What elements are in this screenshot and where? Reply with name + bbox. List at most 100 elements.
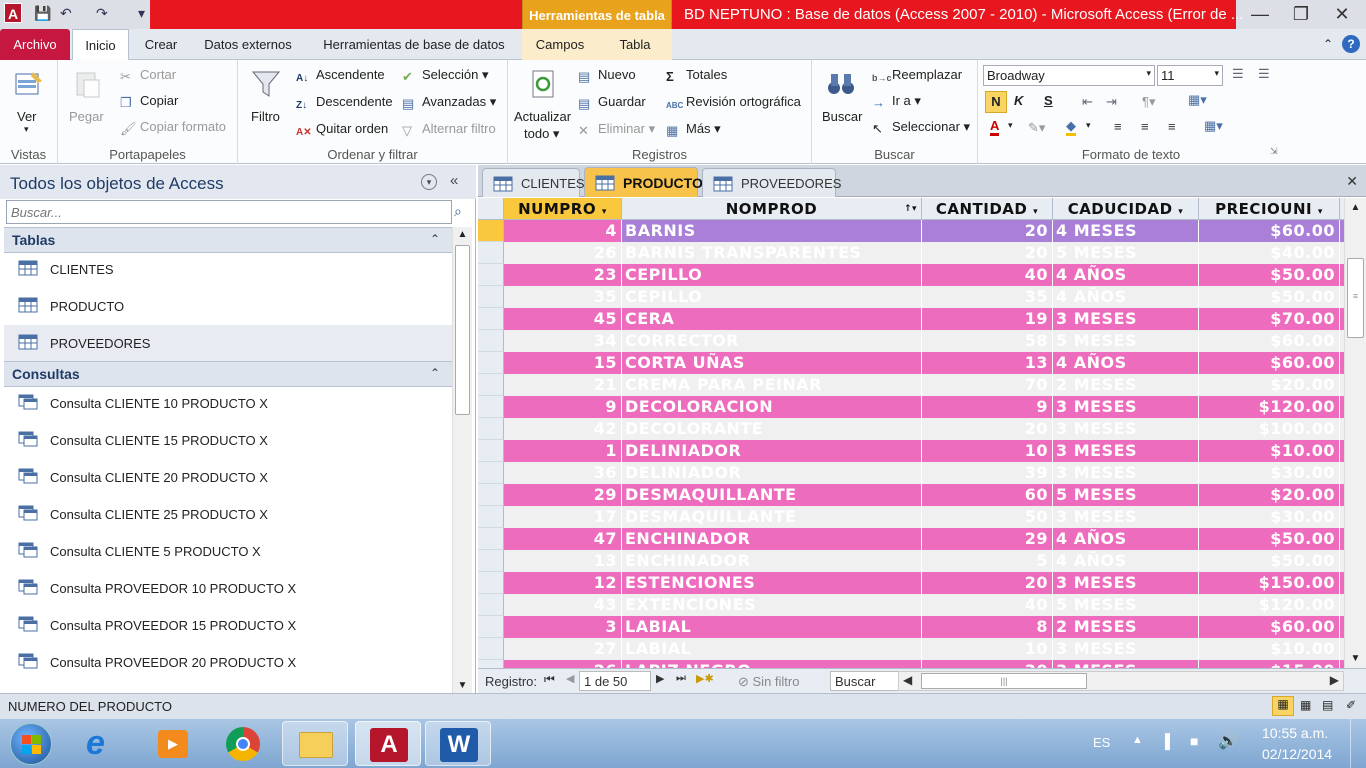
usb-device-icon[interactable]: ■ — [1190, 733, 1198, 749]
italic-button[interactable]: K — [1014, 93, 1023, 108]
font-color-icon[interactable]: A — [990, 119, 1000, 136]
cell-preciouni[interactable]: $50.00 — [1199, 286, 1340, 308]
table-row[interactable]: 4 BARNIS 20 4 MESES $60.00 — [478, 220, 1344, 242]
cell-preciouni[interactable]: $120.00 — [1199, 396, 1340, 418]
minimize-button[interactable]: — — [1242, 2, 1278, 26]
cell-cantidad[interactable]: 35 — [922, 286, 1053, 308]
buscar-button[interactable]: Buscar — [822, 109, 862, 124]
table-row[interactable]: 29 DESMAQUILLANTE 60 5 MESES $20.00 — [478, 484, 1344, 506]
table-row[interactable]: 34 CORRECTOR 58 5 MESES $60.00 — [478, 330, 1344, 352]
cell-nomprod[interactable]: DESMAQUILLANTE — [622, 506, 922, 528]
cell-preciouni[interactable]: $30.00 — [1199, 462, 1340, 484]
cell-caducidad[interactable]: 3 MESES — [1053, 572, 1199, 594]
cell-numpro[interactable]: 1 — [504, 440, 622, 462]
new-record-nav-icon[interactable]: ▶✱ — [696, 672, 714, 685]
table-row[interactable]: 36 DELINIADOR 39 3 MESES $30.00 — [478, 462, 1344, 484]
doc-tab-proveedores[interactable]: PROVEEDORES — [702, 168, 841, 197]
nav-menu-dropdown-icon[interactable]: ▾ — [421, 174, 437, 190]
cell-preciouni[interactable]: $50.00 — [1199, 550, 1340, 572]
cell-cantidad[interactable]: 40 — [922, 594, 1053, 616]
cell-nomprod[interactable]: DECOLORANTE — [622, 418, 922, 440]
tab-crear[interactable]: Crear — [134, 29, 188, 60]
table-row[interactable]: 45 CERA 19 3 MESES $70.00 — [478, 308, 1344, 330]
datasheet-view-icon[interactable]: ▦ — [1272, 696, 1294, 716]
table-row[interactable]: 23 CEPILLO 40 4 AÑOS $50.00 — [478, 264, 1344, 286]
nav-query-item[interactable]: Consulta CLIENTE 25 PRODUCTO X — [4, 496, 452, 533]
close-document-icon[interactable]: ✕ — [1346, 173, 1358, 190]
row-selector[interactable] — [478, 462, 504, 484]
nav-query-item[interactable]: Consulta CLIENTE 10 PRODUCTO X — [4, 385, 452, 422]
hscroll-thumb[interactable]: ||| — [921, 673, 1087, 689]
cell-cantidad[interactable]: 29 — [922, 528, 1053, 550]
nuevo-button[interactable]: ▤ Nuevo — [578, 67, 636, 84]
highlight-icon[interactable]: ✎▾ — [1028, 120, 1045, 136]
customize-qat-icon[interactable]: ▾ — [138, 5, 145, 22]
cell-preciouni[interactable]: $60.00 — [1199, 330, 1340, 352]
cell-cantidad[interactable]: 5 — [922, 550, 1053, 572]
row-selector[interactable] — [478, 374, 504, 396]
nav-query-item[interactable]: Consulta PROVEEDOR 10 PRODUCTO X — [4, 570, 452, 607]
nav-query-item[interactable]: Consulta CLIENTE 15 PRODUCTO X — [4, 422, 452, 459]
record-position-input[interactable]: 1 de 50 — [579, 671, 651, 691]
access-app-icon[interactable]: A — [4, 3, 22, 23]
indent-increase-icon[interactable]: ⇥ — [1106, 94, 1117, 110]
column-header-caducidad[interactable]: CADUCIDAD ▾ — [1053, 198, 1199, 220]
font-name-select[interactable]: Broadway ▾ — [983, 65, 1155, 86]
align-center-icon[interactable]: ≡ — [1141, 119, 1149, 134]
table-row[interactable]: 15 CORTA UÑAS 13 4 AÑOS $60.00 — [478, 352, 1344, 374]
copiar-button[interactable]: ❐ Copiar — [120, 93, 178, 110]
cell-cantidad[interactable]: 20 — [922, 242, 1053, 264]
cell-numpro[interactable]: 4 — [504, 220, 622, 242]
cell-numpro[interactable]: 36 — [504, 462, 622, 484]
cell-caducidad[interactable]: 3 MESES — [1053, 308, 1199, 330]
nav-query-item[interactable]: Consulta PROVEEDOR 20 PRODUCTO X — [4, 644, 452, 681]
cell-caducidad[interactable]: 4 AÑOS — [1053, 550, 1199, 572]
bullets-icon[interactable]: ☰ — [1232, 66, 1244, 82]
cell-nomprod[interactable]: ESTENCIONES — [622, 572, 922, 594]
cell-preciouni[interactable]: $100.00 — [1199, 418, 1340, 440]
guardar-button[interactable]: ▤ Guardar — [578, 94, 646, 111]
eliminar-button[interactable]: ✕ Eliminar ▾ — [578, 121, 655, 138]
cell-cantidad[interactable]: 10 — [922, 638, 1053, 660]
cell-caducidad[interactable]: 3 MESES — [1053, 638, 1199, 660]
select-all-corner[interactable] — [478, 198, 504, 220]
cell-preciouni[interactable]: $50.00 — [1199, 264, 1340, 286]
column-header-preciouni[interactable]: PRECIOUNI ▾ — [1199, 198, 1340, 220]
seleccion-button[interactable]: ✔ Selección ▾ — [402, 67, 489, 84]
nav-scrollbar-thumb[interactable] — [455, 245, 470, 415]
table-row[interactable]: 26LAPIZ NEGRO303 MESES$15.00 — [478, 660, 1344, 668]
table-row[interactable]: 12 ESTENCIONES 20 3 MESES $150.00 — [478, 572, 1344, 594]
cell-cantidad[interactable]: 50 — [922, 506, 1053, 528]
cell-numpro[interactable]: 27 — [504, 638, 622, 660]
design-view-icon[interactable]: ✐ — [1346, 698, 1356, 712]
collapse-section-icon[interactable]: ⌃ — [430, 366, 440, 380]
cell-nomprod[interactable]: DELINIADOR — [622, 440, 922, 462]
nav-scrollbar[interactable]: ▲ ▼ — [452, 227, 472, 693]
cell-nomprod[interactable]: ENCHINADOR — [622, 528, 922, 550]
mas-button[interactable]: ▦ Más ▾ — [666, 121, 721, 138]
nav-search-input[interactable] — [6, 200, 452, 224]
network-icon[interactable]: ▐ — [1160, 733, 1170, 749]
nav-query-item[interactable]: Consulta PROVEEDOR 15 PRODUCTO X — [4, 607, 452, 644]
nav-query-item[interactable]: Consulta CLIENTE 20 PRODUCTO X — [4, 459, 452, 496]
tab-herramientas-bd[interactable]: Herramientas de base de datos — [312, 29, 516, 60]
nav-table-clientes[interactable]: CLIENTES — [4, 251, 452, 288]
cell-numpro[interactable]: 26 — [504, 660, 622, 668]
cell-numpro[interactable]: 21 — [504, 374, 622, 396]
cell-caducidad[interactable]: 4 AÑOS — [1053, 264, 1199, 286]
tab-archivo[interactable]: Archivo — [0, 29, 70, 60]
cell-numpro[interactable]: 42 — [504, 418, 622, 440]
row-selector[interactable] — [478, 550, 504, 572]
grid-horizontal-scrollbar[interactable]: ◀ ||| ▶ — [898, 671, 1344, 691]
cell-preciouni[interactable]: $10.00 — [1199, 638, 1340, 660]
paragraph-direction-icon[interactable]: ¶▾ — [1142, 94, 1156, 110]
cell-caducidad[interactable]: 3 MESES — [1053, 418, 1199, 440]
cell-numpro[interactable]: 34 — [504, 330, 622, 352]
cell-preciouni[interactable]: $60.00 — [1199, 616, 1340, 638]
cell-nomprod[interactable]: EXTENCIONES — [622, 594, 922, 616]
row-selector[interactable] — [478, 572, 504, 594]
row-selector[interactable] — [478, 308, 504, 330]
cell-cantidad[interactable]: 20 — [922, 418, 1053, 440]
section-consultas[interactable]: Consultas ⌃ — [4, 361, 452, 387]
cell-numpro[interactable]: 15 — [504, 352, 622, 374]
